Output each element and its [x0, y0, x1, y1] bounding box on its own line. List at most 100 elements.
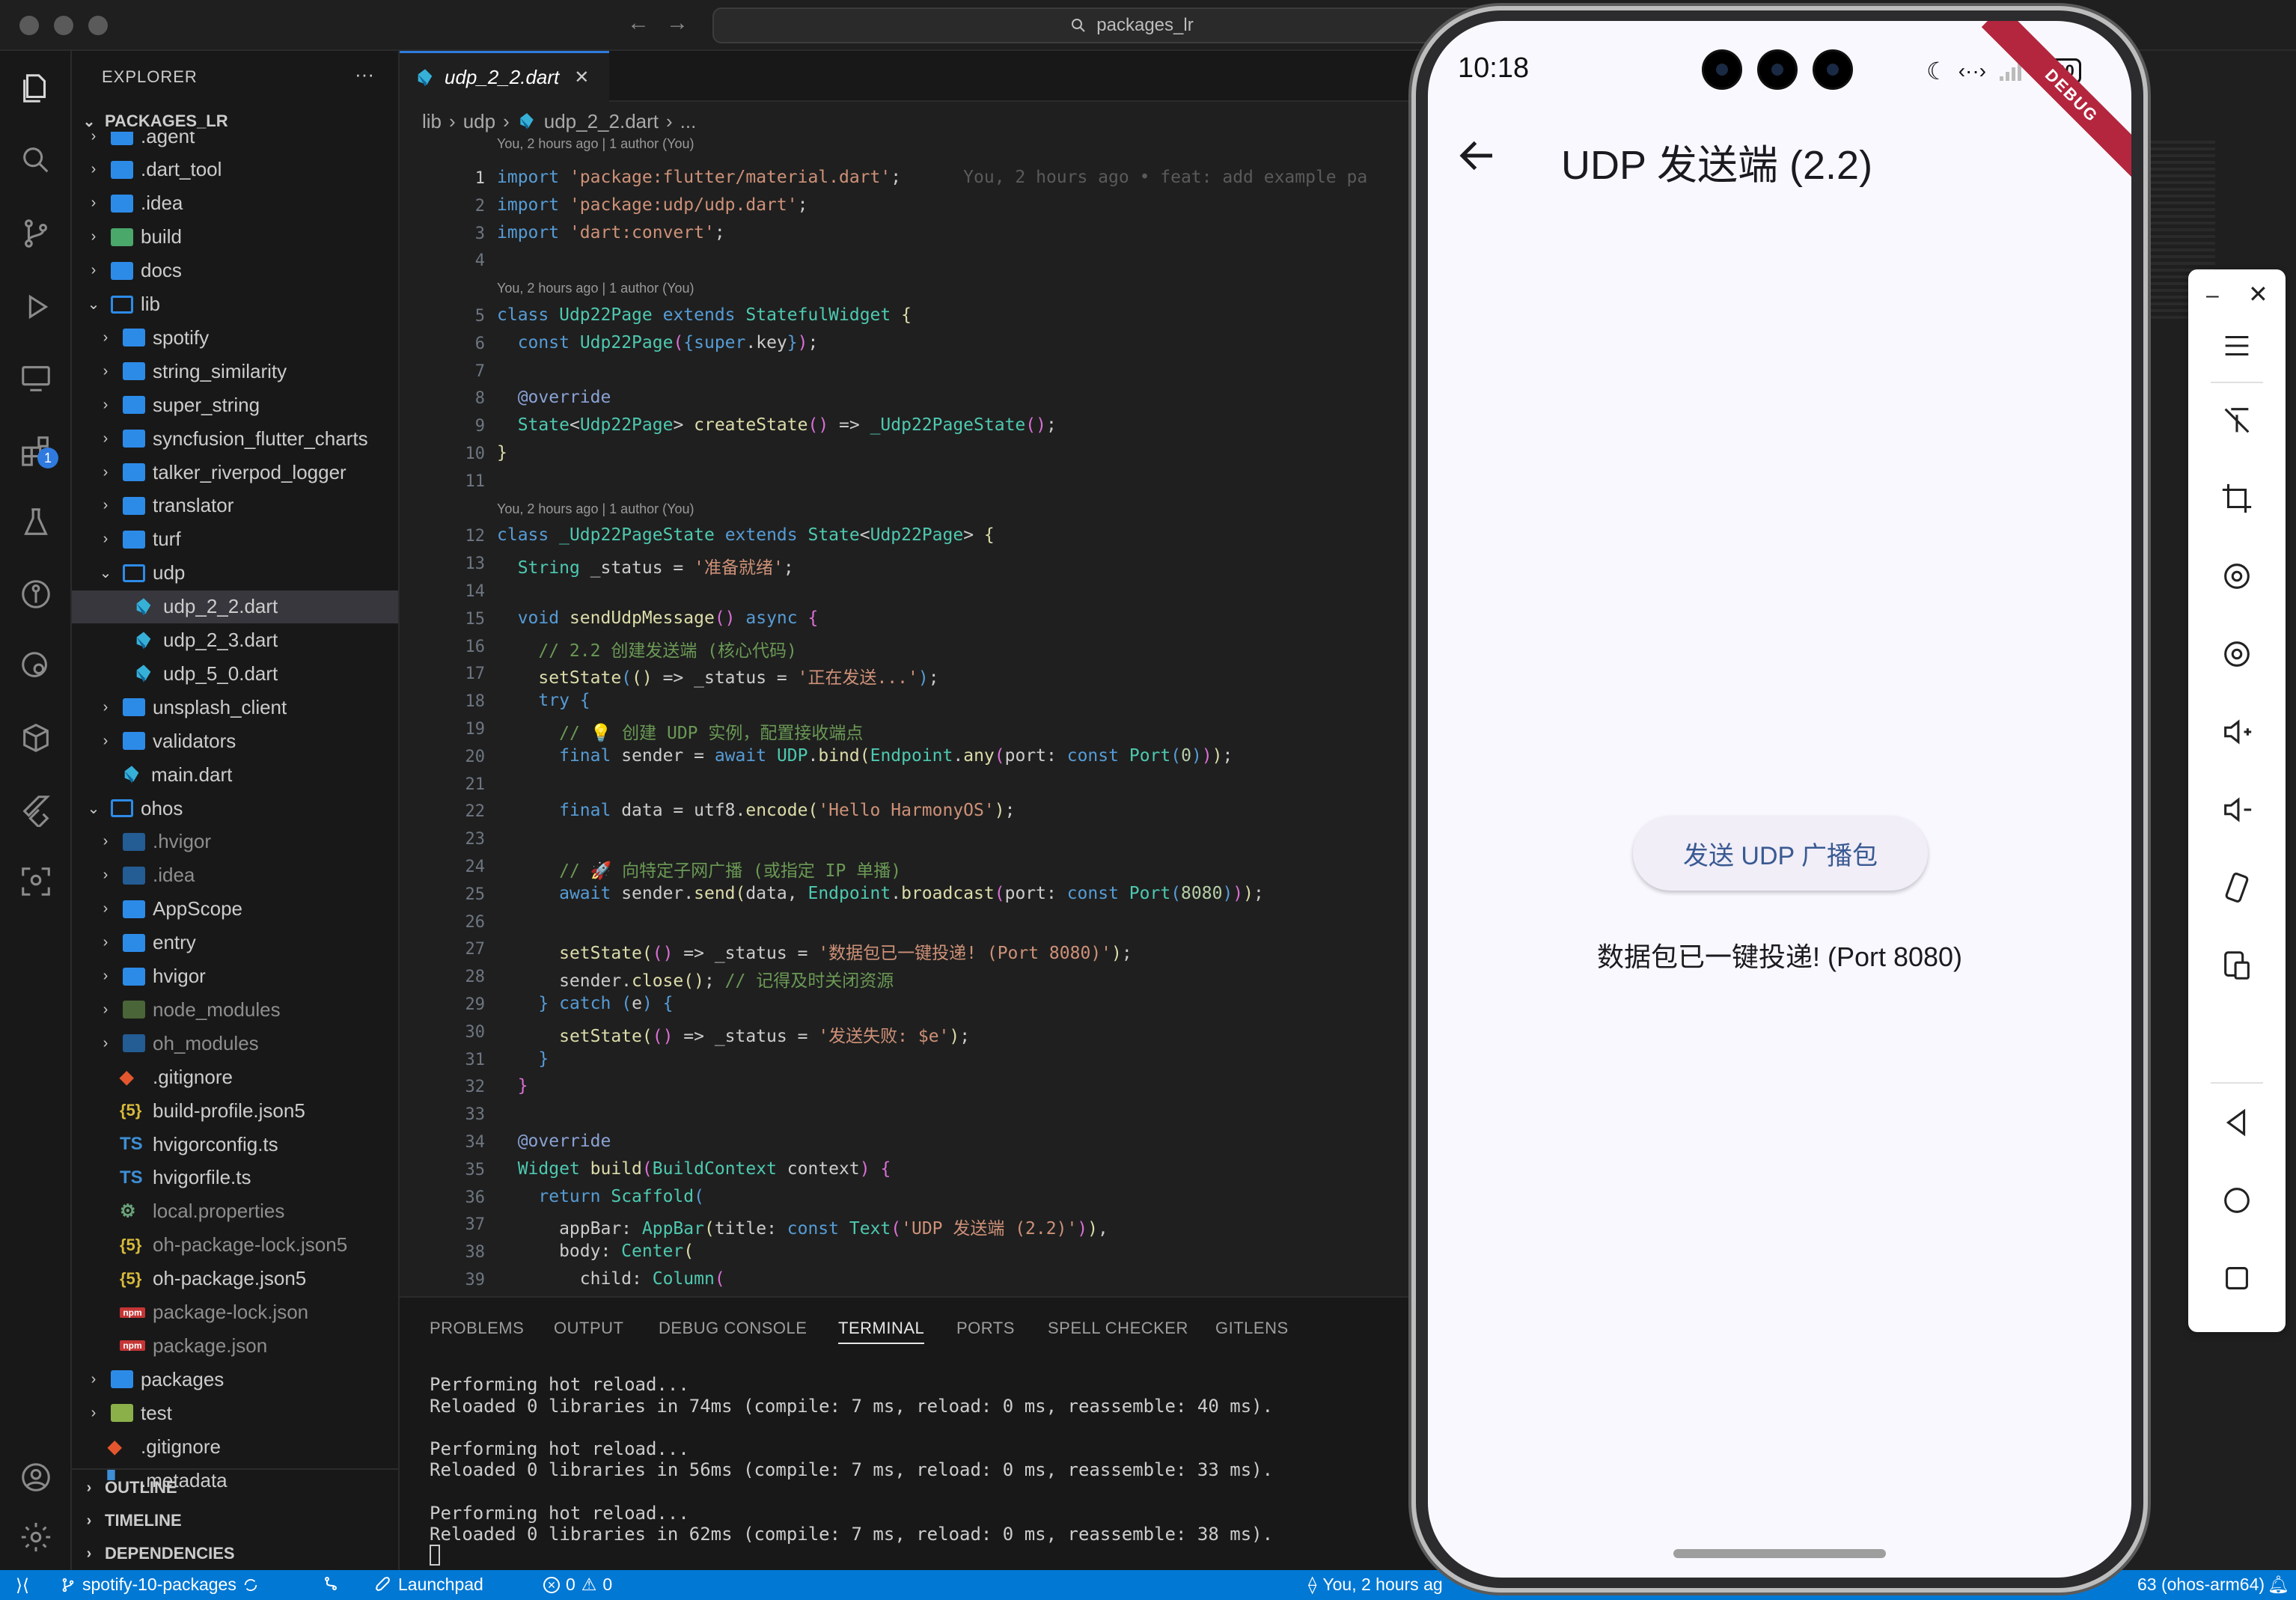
git-graph-button[interactable]	[322, 1575, 340, 1593]
tree-item[interactable]: › .agent	[72, 132, 398, 153]
tab-terminal[interactable]: TERMINAL	[838, 1319, 925, 1344]
close-icon[interactable]: ✕	[574, 67, 589, 88]
tree-item[interactable]: › talker_riverpod_logger	[72, 456, 398, 489]
code-line[interactable]: @override	[497, 388, 611, 407]
code-line[interactable]: import 'dart:convert';	[497, 223, 725, 242]
tree-item[interactable]: › super_string	[72, 388, 398, 421]
tab-debug-console[interactable]: DEBUG CONSOLE	[659, 1319, 807, 1338]
code-line[interactable]: setState(() => _status = '正在发送...');	[497, 663, 938, 688]
code-line[interactable]: final sender = await UDP.bind(Endpoint.a…	[497, 746, 1233, 766]
breadcrumb-file[interactable]: udp_2_2.dart	[544, 110, 659, 133]
tree-item[interactable]: › node_modules	[72, 993, 398, 1026]
code-line[interactable]: void sendUdpMessage() async {	[497, 608, 819, 628]
tab-gitlens[interactable]: GITLENS	[1215, 1319, 1289, 1338]
close-window-button[interactable]	[19, 16, 39, 35]
device-indicator[interactable]: 63 (ohos-arm64)	[2137, 1575, 2265, 1595]
remote-explorer-icon[interactable]	[16, 359, 55, 398]
remote-indicator[interactable]: ⟩⟨	[0, 1570, 45, 1600]
code-line[interactable]: sender.close(); // 记得及时关闭资源	[497, 966, 894, 992]
tree-item[interactable]: ⌄ lib	[72, 288, 398, 321]
code-line[interactable]: // 2.2 创建发送端 (核心代码)	[497, 636, 796, 662]
code-line[interactable]: setState(() => _status = '数据包已一键投递! (Por…	[497, 938, 1132, 964]
tree-item[interactable]: › .hvigor	[72, 825, 398, 858]
tree-item[interactable]: {5} oh-package.json5	[72, 1262, 398, 1295]
tree-item[interactable]: npm package.json	[72, 1329, 398, 1362]
tab-ports[interactable]: PORTS	[956, 1319, 1015, 1338]
code-lens[interactable]: You, 2 hours ago | 1 author (You)	[497, 501, 694, 517]
code-line[interactable]: }	[497, 443, 507, 462]
code-line[interactable]: setState(() => _status = '发送失败: $e');	[497, 1022, 970, 1047]
breadcrumb-symbol[interactable]: ...	[680, 110, 697, 133]
volume-down-icon[interactable]	[2214, 787, 2259, 832]
code-line[interactable]: String _status = '准备就绪';	[497, 553, 794, 578]
crop-screenshot-icon[interactable]	[2214, 476, 2259, 521]
containers-icon[interactable]	[16, 718, 55, 757]
breadcrumb-udp[interactable]: udp	[463, 110, 495, 133]
code-line[interactable]: appBar: AppBar(title: const Text('UDP 发送…	[497, 1214, 1108, 1239]
code-line[interactable]: @override	[497, 1132, 611, 1151]
code-line[interactable]: // 💡 创建 UDP 实例，配置接收端点	[497, 718, 863, 744]
tree-item[interactable]: TS hvigorfile.ts	[72, 1161, 398, 1194]
code-editor[interactable]: You, 2 hours ago | 1 author (You) 1 import…	[400, 138, 1447, 1296]
code-line[interactable]: child: Column(	[497, 1269, 725, 1289]
close-icon[interactable]: ✕	[2248, 280, 2268, 308]
more-actions-icon[interactable]: ···	[355, 63, 374, 86]
launchpad-button[interactable]: Launchpad	[374, 1575, 483, 1595]
code-line[interactable]: import 'package:udp/udp.dart';	[497, 195, 807, 215]
tree-item[interactable]: {5} build-profile.json5	[72, 1094, 398, 1127]
code-line[interactable]: class Udp22Page extends StatefulWidget {	[497, 305, 912, 325]
breadcrumb-lib[interactable]: lib	[422, 110, 442, 133]
flutter-icon[interactable]	[16, 790, 55, 829]
code-line[interactable]: class _Udp22PageState extends State<Udp2…	[497, 525, 995, 545]
section-outline[interactable]: › OUTLINE	[72, 1471, 400, 1504]
tree-item[interactable]: › test	[72, 1396, 398, 1429]
tree-item[interactable]: › .dart_tool	[72, 153, 398, 186]
code-lens[interactable]: You, 2 hours ago | 1 author (You)	[497, 138, 694, 152]
zoom-window-button[interactable]	[88, 16, 108, 35]
tree-item[interactable]: udp_2_3.dart	[72, 624, 398, 657]
tree-item[interactable]: {5} oh-package-lock.json5	[72, 1229, 398, 1262]
code-line[interactable]: // 🚀 向特定子网广播 (或指定 IP 单播)	[497, 856, 901, 882]
accounts-icon[interactable]	[16, 1458, 55, 1497]
code-line[interactable]: import 'package:flutter/material.dart'; …	[497, 168, 1367, 187]
tab-output[interactable]: OUTPUT	[554, 1319, 623, 1338]
tree-item[interactable]: › build	[72, 221, 398, 254]
menu-icon[interactable]	[2214, 323, 2259, 368]
tree-item[interactable]: › validators	[72, 724, 398, 757]
section-dependencies[interactable]: › DEPENDENCIES	[72, 1537, 400, 1570]
code-line[interactable]: }	[497, 1049, 549, 1069]
tree-item[interactable]: main.dart	[72, 758, 398, 791]
section-timeline[interactable]: › TIMELINE	[72, 1504, 400, 1537]
code-lens[interactable]: You, 2 hours ago | 1 author (You)	[497, 281, 694, 296]
branch-indicator[interactable]: spotify-10-packages	[60, 1575, 259, 1595]
explorer-icon[interactable]	[16, 69, 55, 108]
search-icon[interactable]	[16, 141, 55, 180]
multi-device-icon[interactable]	[2214, 943, 2259, 988]
tree-item[interactable]: ⌄ udp	[72, 557, 398, 590]
tree-item[interactable]: › packages	[72, 1363, 398, 1396]
scan-icon[interactable]	[16, 862, 55, 901]
tree-item[interactable]: ◆ .gitignore	[72, 1430, 398, 1463]
problems-indicator[interactable]: ✕ 0 ⚠ 0	[543, 1575, 612, 1595]
notifications-button[interactable]: 🔔︎	[2268, 1575, 2289, 1595]
tree-item[interactable]: npm package-lock.json	[72, 1296, 398, 1329]
code-line[interactable]: body: Center(	[497, 1242, 694, 1261]
tree-item[interactable]: ⌄ ohos	[72, 792, 398, 825]
tab-problems[interactable]: PROBLEMS	[430, 1319, 524, 1338]
back-arrow-icon[interactable]: ←	[627, 10, 650, 36]
code-line[interactable]: State<Udp22Page> createState() => _Udp22…	[497, 415, 1057, 435]
send-udp-broadcast-button[interactable]: 发送 UDP 广播包	[1633, 816, 1928, 891]
tree-item[interactable]: › docs	[72, 254, 398, 287]
tree-item[interactable]: › turf	[72, 523, 398, 556]
tree-item[interactable]: › .idea	[72, 859, 398, 892]
back-arrow-icon[interactable]	[1455, 133, 1500, 178]
minimize-window-button[interactable]	[54, 16, 73, 35]
code-line[interactable]: await sender.send(data, Endpoint.broadca…	[497, 884, 1264, 903]
gitlens-icon[interactable]	[16, 575, 55, 614]
gitlens-inspect-icon[interactable]	[16, 647, 55, 686]
tree-item[interactable]: › syncfusion_flutter_charts	[72, 422, 398, 455]
code-line[interactable]: final data = utf8.encode('Hello HarmonyO…	[497, 801, 1015, 820]
tree-item[interactable]: ◆ .gitignore	[72, 1060, 398, 1093]
code-line[interactable]: }	[497, 1076, 528, 1096]
nav-recents-icon[interactable]	[2214, 1256, 2259, 1301]
